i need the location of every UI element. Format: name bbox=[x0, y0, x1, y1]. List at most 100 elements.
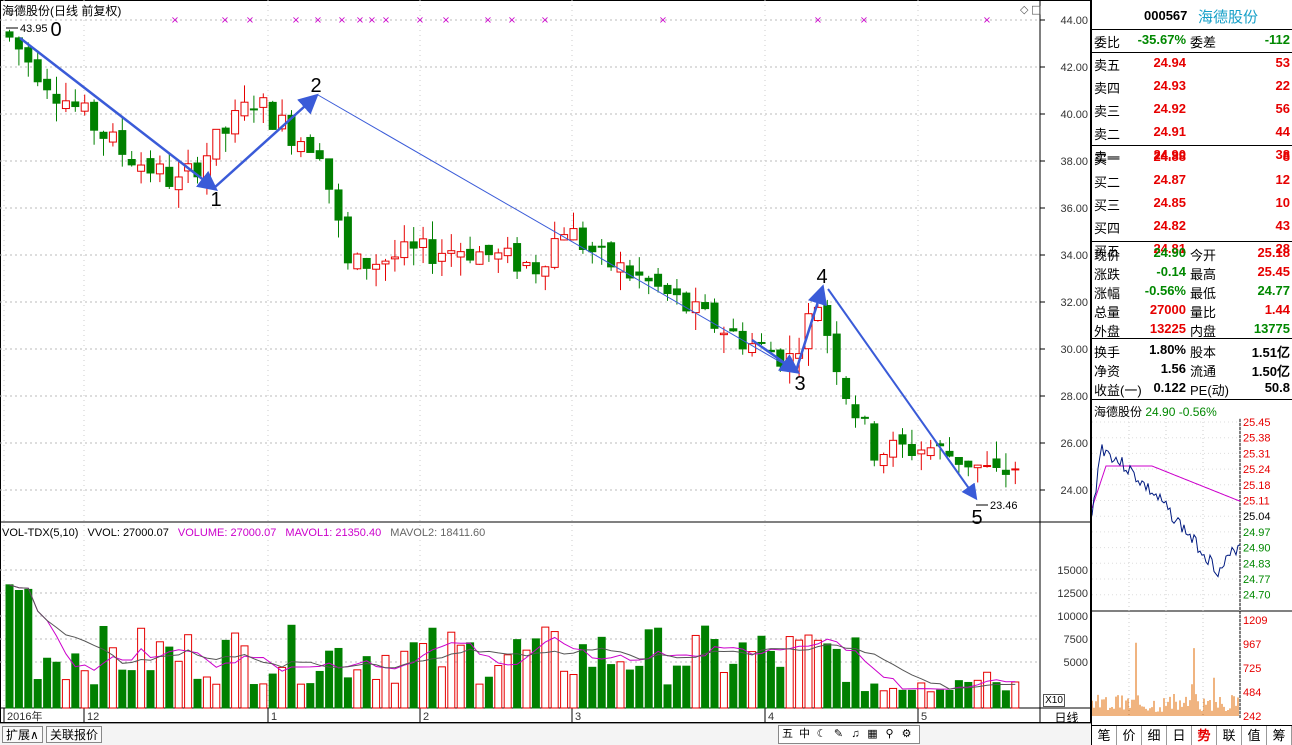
candle bbox=[362, 257, 371, 280]
candle bbox=[550, 221, 559, 270]
kline-chart-area[interactable]: 44.00 42.00 40.00 38.00 36.00 34.00 32.00 30.00… bbox=[0, 0, 1091, 723]
candle-body bbox=[870, 423, 879, 461]
toolbar-keyboard-icon[interactable]: ▦ bbox=[864, 726, 881, 743]
candle bbox=[71, 89, 80, 112]
diamond-icon[interactable]: ◇ bbox=[1020, 3, 1029, 16]
related-quote-button[interactable]: 关联报价 bbox=[46, 726, 103, 743]
candle-body bbox=[531, 262, 540, 275]
candle bbox=[447, 234, 456, 267]
toolbar-mid-icon[interactable]: 中 bbox=[796, 726, 813, 743]
candle-body bbox=[447, 250, 456, 254]
candle bbox=[823, 299, 832, 354]
candle-body bbox=[353, 253, 362, 270]
period-label[interactable]: 日线 bbox=[1043, 709, 1090, 725]
buy-price: 24.82 bbox=[1153, 218, 1186, 233]
candle bbox=[597, 239, 606, 265]
date-label: 1 bbox=[271, 711, 277, 723]
candle-body bbox=[1011, 468, 1020, 471]
date-label: 2 bbox=[423, 711, 429, 723]
candle-body bbox=[409, 241, 418, 249]
volume-tick-label: 15000 bbox=[1057, 565, 1088, 577]
volume-bar bbox=[1011, 681, 1020, 709]
volume-bars bbox=[5, 584, 1020, 709]
candle bbox=[879, 452, 888, 474]
candle-body bbox=[992, 458, 1001, 468]
sell-volume: 22 bbox=[1275, 78, 1290, 93]
candle-body bbox=[710, 302, 719, 329]
candle-body bbox=[541, 266, 550, 277]
candle-body bbox=[400, 241, 409, 259]
toolbar-search-icon[interactable]: ⚲ bbox=[881, 726, 898, 743]
square-icon[interactable]: □ bbox=[1031, 3, 1041, 16]
candle bbox=[240, 85, 249, 121]
tab-0[interactable]: 笔 bbox=[1092, 726, 1117, 745]
volume-bar bbox=[710, 639, 719, 709]
tab-3[interactable]: 日 bbox=[1167, 726, 1192, 745]
tab-4[interactable]: 势 bbox=[1192, 726, 1217, 745]
intraday-vol-tick: 967 bbox=[1243, 639, 1261, 651]
intraday-price-tick: 25.11 bbox=[1243, 496, 1270, 508]
candle-body bbox=[456, 251, 465, 258]
buy-level-label: 买三 bbox=[1094, 198, 1121, 213]
toolbar-pen-icon[interactable]: ✎ bbox=[830, 726, 847, 743]
tab-7[interactable]: 筹 bbox=[1267, 726, 1292, 745]
candle bbox=[315, 143, 324, 161]
candle bbox=[832, 321, 841, 385]
toolbar-sound-icon[interactable]: ♫ bbox=[847, 726, 864, 743]
candle-body bbox=[306, 136, 315, 153]
candle bbox=[221, 126, 230, 152]
wave-label: 2 bbox=[310, 75, 321, 97]
candle bbox=[165, 153, 174, 189]
candle-body bbox=[550, 238, 559, 268]
candle-body bbox=[249, 108, 258, 111]
signal-cross-icon: × bbox=[541, 15, 549, 26]
x10-label[interactable]: X10 bbox=[1043, 694, 1065, 707]
volume-bar bbox=[325, 650, 334, 709]
volume-bar bbox=[456, 644, 465, 709]
candle bbox=[268, 100, 277, 130]
volume-bar bbox=[80, 670, 89, 709]
volume-bar bbox=[353, 669, 362, 709]
tab-5[interactable]: 联 bbox=[1217, 726, 1242, 745]
candle bbox=[118, 116, 127, 167]
fund-row-label: 收益(一) bbox=[1094, 383, 1142, 398]
toolbar-settings-icon[interactable]: ⚙ bbox=[898, 726, 915, 743]
toolbar-moon-icon[interactable]: ☾ bbox=[813, 726, 830, 743]
wave-label: 1 bbox=[210, 189, 221, 211]
candle-body bbox=[889, 439, 898, 458]
volume-bar bbox=[926, 691, 935, 709]
toolbar-five-icon[interactable]: 五 bbox=[779, 726, 796, 743]
price-tick-label: 44.00 bbox=[1060, 15, 1088, 27]
candle-body bbox=[842, 377, 851, 399]
candle-body bbox=[832, 333, 841, 373]
candle-body bbox=[484, 244, 493, 256]
intraday-price: 24.90 bbox=[1145, 405, 1176, 419]
candle-body bbox=[155, 163, 164, 175]
tab-1[interactable]: 价 bbox=[1117, 726, 1142, 745]
candle bbox=[419, 226, 428, 264]
candle bbox=[202, 142, 211, 195]
stat-row-value: 27000 bbox=[1149, 302, 1186, 317]
candle-body bbox=[729, 328, 738, 332]
price-tick-label: 36.00 bbox=[1060, 203, 1088, 215]
wave-arrow bbox=[19, 37, 218, 192]
candle-body bbox=[672, 288, 681, 296]
volume-bar bbox=[842, 681, 851, 709]
low-price-marker: 23.46 bbox=[990, 500, 1018, 512]
candle-body bbox=[372, 263, 381, 270]
price-tick-label: 42.00 bbox=[1060, 62, 1088, 74]
candle-body bbox=[945, 450, 954, 457]
tab-2[interactable]: 细 bbox=[1142, 726, 1167, 745]
drawing-toolbar: 五 中 ☾ ✎ ♫ ▦ ⚲ ⚙ bbox=[778, 725, 920, 744]
candle-body bbox=[174, 176, 183, 191]
candle-body bbox=[137, 164, 146, 172]
volume-tick-label: 7500 bbox=[1064, 634, 1088, 646]
volume-bar bbox=[315, 670, 324, 709]
expand-button[interactable]: 扩展∧ bbox=[2, 726, 43, 743]
candle-body bbox=[165, 166, 174, 187]
candle-body bbox=[33, 59, 42, 83]
candle bbox=[983, 451, 992, 468]
intraday-chart[interactable]: 25.45 25.38 25.31 25.24 25.18 25.11 25.04 24.97… bbox=[1092, 418, 1292, 723]
tab-6[interactable]: 值 bbox=[1242, 726, 1267, 745]
volume-bar bbox=[635, 665, 644, 709]
